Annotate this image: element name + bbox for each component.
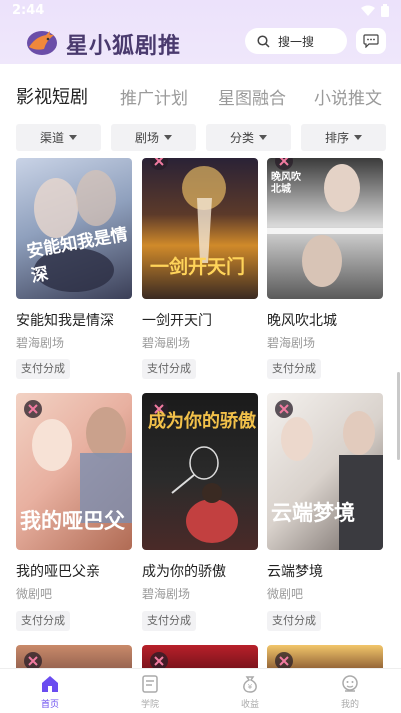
nav-label: 首页 [40, 700, 59, 710]
filter-label: 剧场 [134, 131, 159, 145]
revenue-tag: 支付分成 [16, 611, 70, 631]
drama-poster: 安能知我是情深 [16, 158, 132, 299]
filter-category-dropdown[interactable]: 分类 [206, 124, 291, 151]
drama-card[interactable]: 云端梦境 云端梦境 微剧吧 支付分成 [267, 393, 383, 638]
app-title: 星小狐剧推 [66, 34, 182, 59]
nav-earnings[interactable]: ¥ 收益 [220, 674, 280, 710]
drama-card-partial[interactable] [267, 645, 383, 668]
play-badge-icon [150, 652, 168, 668]
filter-theater-dropdown[interactable]: 剧场 [111, 124, 196, 151]
drama-studio: 碧海剧场 [16, 336, 65, 350]
tab-star-map-fusion[interactable]: 星图融合 [218, 84, 286, 109]
revenue-tag: 支付分成 [267, 611, 321, 631]
scrollbar[interactable] [397, 372, 400, 460]
drama-card[interactable]: 安能知我是情深 安能知我是情深 碧海剧场 支付分成 [16, 158, 132, 388]
nav-label: 我的 [340, 700, 359, 710]
drama-poster [267, 645, 383, 668]
drama-card[interactable]: 晚风吹北城 晚风吹北城 碧海剧场 支付分成 [267, 158, 383, 388]
revenue-tag: 支付分成 [267, 359, 321, 379]
drama-studio: 微剧吧 [16, 587, 53, 601]
revenue-tag: 支付分成 [142, 611, 196, 631]
drama-card-partial[interactable] [142, 645, 258, 668]
drama-poster [142, 645, 258, 668]
drama-grid: 安能知我是情深 安能知我是情深 碧海剧场 支付分成 一剑开天门 一剑开天门 碧海… [0, 158, 401, 668]
drama-studio: 碧海剧场 [142, 336, 191, 350]
play-badge-icon [275, 652, 293, 668]
caret-down-icon [354, 135, 362, 140]
message-button[interactable] [356, 28, 386, 54]
nav-academy[interactable]: 学院 [120, 674, 180, 710]
filter-channel-dropdown[interactable]: 渠道 [16, 124, 101, 151]
poster-title-text: 成为你的骄傲 [148, 411, 256, 432]
tab-film-short-drama[interactable]: 影视短剧 [16, 83, 88, 109]
nav-label: 收益 [240, 700, 259, 710]
drama-card[interactable]: 成为你的骄傲 成为你的骄傲 碧海剧场 支付分成 [142, 393, 258, 638]
poster-title-text: 晚风吹北城 [271, 172, 301, 195]
drama-poster: 一剑开天门 [142, 158, 258, 299]
status-time: 2:44 [12, 3, 45, 18]
book-icon [142, 675, 158, 693]
status-bar: 2:44 [0, 0, 401, 22]
drama-studio: 微剧吧 [267, 587, 304, 601]
drama-poster: 我的哑巴父 [16, 393, 132, 550]
revenue-tag: 支付分成 [16, 359, 70, 379]
message-icon [363, 34, 379, 48]
filter-label: 排序 [324, 131, 349, 145]
search-placeholder: 搜一搜 [278, 34, 315, 49]
drama-poster: 晚风吹北城 [267, 158, 383, 299]
poster-title-text: 云端梦境 [271, 501, 355, 525]
home-icon [42, 676, 58, 692]
profile-icon [342, 675, 358, 692]
filter-label: 渠道 [39, 131, 64, 145]
svg-text:¥: ¥ [248, 683, 253, 691]
drama-title: 成为你的骄傲 [142, 564, 226, 580]
top-header: 2:44 星小狐剧推 搜一搜 [0, 0, 401, 64]
nav-profile[interactable]: 我的 [320, 674, 380, 710]
bottom-nav: 首页 学院 ¥ 收益 我的 [0, 668, 401, 713]
filter-bar: 渠道 剧场 分类 排序 [0, 124, 401, 152]
status-icons [361, 4, 389, 17]
tab-promotion-plan[interactable]: 推广计划 [120, 84, 188, 109]
filter-sort-dropdown[interactable]: 排序 [301, 124, 386, 151]
drama-card[interactable]: 一剑开天门 一剑开天门 碧海剧场 支付分成 [142, 158, 258, 388]
poster-title-text: 一剑开天门 [150, 256, 246, 278]
drama-studio: 碧海剧场 [267, 336, 316, 350]
app-bar: 星小狐剧推 搜一搜 [0, 24, 401, 60]
play-badge-icon [24, 652, 42, 668]
fox-logo-icon [27, 31, 57, 55]
revenue-tag: 支付分成 [142, 359, 196, 379]
tab-novel-promo[interactable]: 小说推文 [314, 84, 382, 109]
money-bag-icon: ¥ [243, 676, 257, 693]
drama-card-partial[interactable] [16, 645, 132, 668]
search-box[interactable]: 搜一搜 [245, 28, 347, 54]
drama-title: 晚风吹北城 [267, 313, 337, 329]
category-tabs: 影视短剧 推广计划 星图融合 小说推文 [0, 80, 401, 112]
drama-title: 我的哑巴父亲 [16, 564, 100, 580]
battery-icon [381, 4, 389, 17]
nav-home[interactable]: 首页 [20, 674, 80, 710]
drama-title: 一剑开天门 [142, 313, 212, 329]
caret-down-icon [259, 135, 267, 140]
nav-label: 学院 [140, 700, 159, 710]
drama-poster: 成为你的骄傲 [142, 393, 258, 550]
drama-title: 云端梦境 [267, 564, 323, 580]
drama-poster [16, 645, 132, 668]
wifi-icon [361, 5, 375, 16]
drama-card[interactable]: 我的哑巴父 我的哑巴父亲 微剧吧 支付分成 [16, 393, 132, 638]
caret-down-icon [164, 135, 172, 140]
drama-title: 安能知我是情深 [16, 313, 114, 329]
drama-poster: 云端梦境 [267, 393, 383, 550]
filter-label: 分类 [229, 131, 254, 145]
drama-studio: 碧海剧场 [142, 587, 191, 601]
caret-down-icon [69, 135, 77, 140]
search-icon [257, 34, 270, 48]
poster-title-text: 我的哑巴父 [20, 509, 125, 533]
